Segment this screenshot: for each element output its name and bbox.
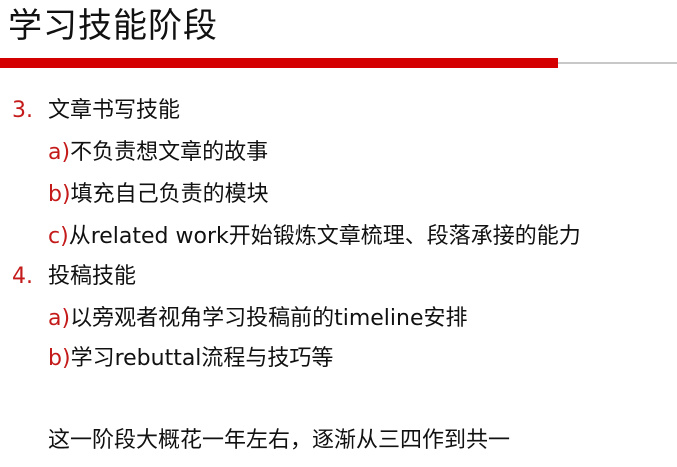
list-item-submission-skills: 4. 投稿技能 xyxy=(12,262,136,292)
list-marker: 3. xyxy=(12,98,33,123)
subitem-text: 从related work开始锻炼文章梳理、段落承接的能力 xyxy=(68,224,581,249)
subitem-text: 填充自己负责的模块 xyxy=(70,182,269,207)
sub-marker: b) xyxy=(48,346,71,371)
sub-marker: c) xyxy=(48,224,69,249)
subitem-story: a)不负责想文章的故事 xyxy=(48,138,268,168)
subitem-rebuttal: b)学习rebuttal流程与技巧等 xyxy=(48,344,333,374)
subitem-related-work: c)从related work开始锻炼文章梳理、段落承接的能力 xyxy=(48,222,581,252)
subitem-text: 不负责想文章的故事 xyxy=(70,140,269,165)
subitem-modules: b)填充自己负责的模块 xyxy=(48,180,269,210)
subitem-text: 学习rebuttal流程与技巧等 xyxy=(70,346,334,371)
title-underline xyxy=(0,58,677,68)
list-item-writing-skills: 3. 文章书写技能 xyxy=(12,96,180,126)
summary-text: 这一阶段大概花一年左右，逐渐从三四作到共一 xyxy=(48,428,511,453)
list-item-text: 文章书写技能 xyxy=(48,98,181,123)
list-marker: 4. xyxy=(12,264,33,289)
title-underline-red xyxy=(0,58,558,68)
title-underline-grey xyxy=(558,62,677,64)
sub-marker: b) xyxy=(48,182,71,207)
slide-title: 学习技能阶段 xyxy=(8,6,218,46)
subitem-timeline: a)以旁观者视角学习投稿前的timeline安排 xyxy=(48,304,468,334)
sub-marker: a) xyxy=(48,306,71,331)
sub-marker: a) xyxy=(48,140,71,165)
subitem-text: 以旁观者视角学习投稿前的timeline安排 xyxy=(70,306,468,331)
list-item-text: 投稿技能 xyxy=(48,264,137,289)
